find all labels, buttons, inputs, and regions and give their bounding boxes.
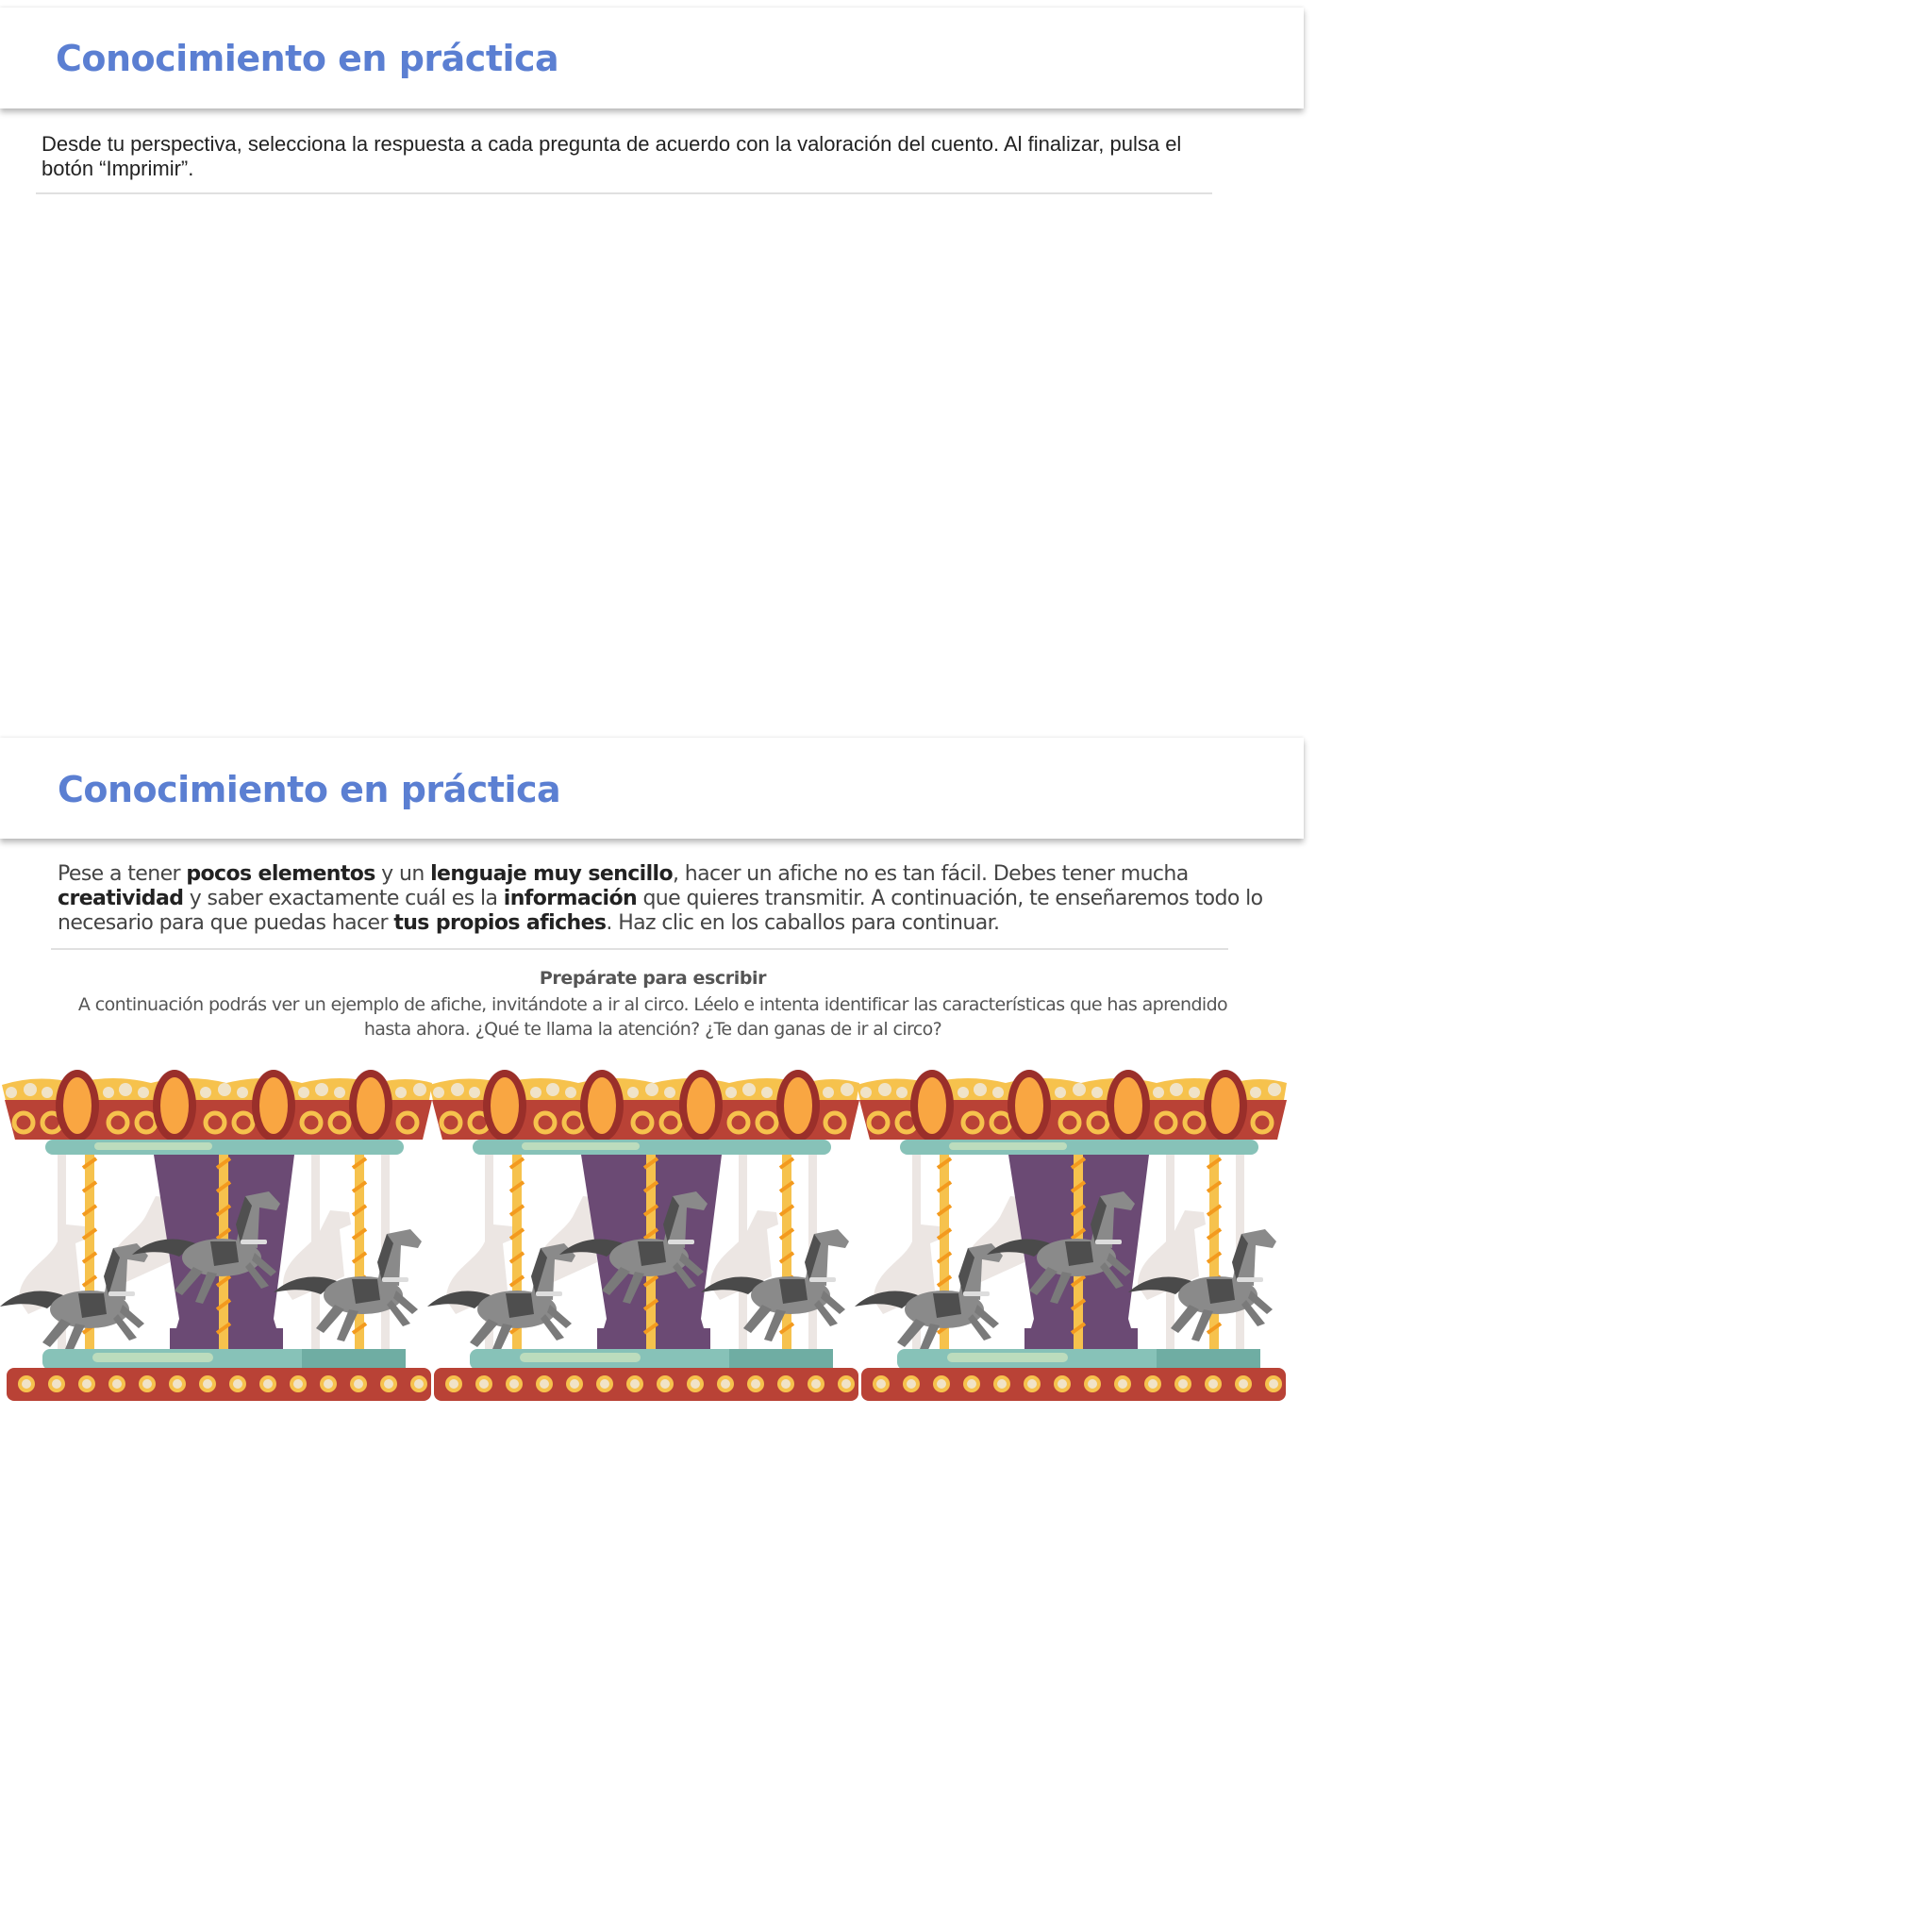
section2-title: Conocimiento en práctica [58,769,561,810]
section1-instructions: Desde tu perspectiva, selecciona la resp… [42,132,1182,180]
section2-divider [51,948,1228,950]
paragraph-bold-text: información [503,887,638,910]
section1-divider [36,192,1212,194]
prepare-text: A continuación podrás ver un ejemplo de … [77,994,1228,1040]
carousel-unit-3[interactable] [855,1070,1287,1401]
paragraph-bold-text: creatividad [58,887,184,910]
section1-title: Conocimiento en práctica [56,38,559,79]
prepare-heading: Prepárate para escribir [539,968,767,989]
section2-header: Conocimiento en práctica [0,738,1304,839]
section2-paragraph: Pese a tener pocos elementos y un lengua… [58,862,1265,936]
paragraph-bold-text: lenguaje muy sencillo [430,862,674,886]
carousel-unit-1[interactable] [0,1070,432,1401]
section1-header: Conocimiento en práctica [0,8,1304,108]
carousel-unit-2[interactable] [427,1070,859,1401]
carousel-horses-image[interactable] [0,1064,1306,1413]
paragraph-text: Pese a tener [58,862,187,886]
paragraph-bold-text: pocos elementos [186,862,375,886]
paragraph-text: . Haz clic en los caballos para continua… [606,911,1000,935]
paragraph-text: y un [375,862,431,886]
paragraph-bold-text: tus propios afiches [393,911,607,935]
paragraph-text: , hacer un afiche no es tan fácil. Debes… [673,862,1189,886]
paragraph-text: y saber exactamente cuál es la [183,887,504,910]
